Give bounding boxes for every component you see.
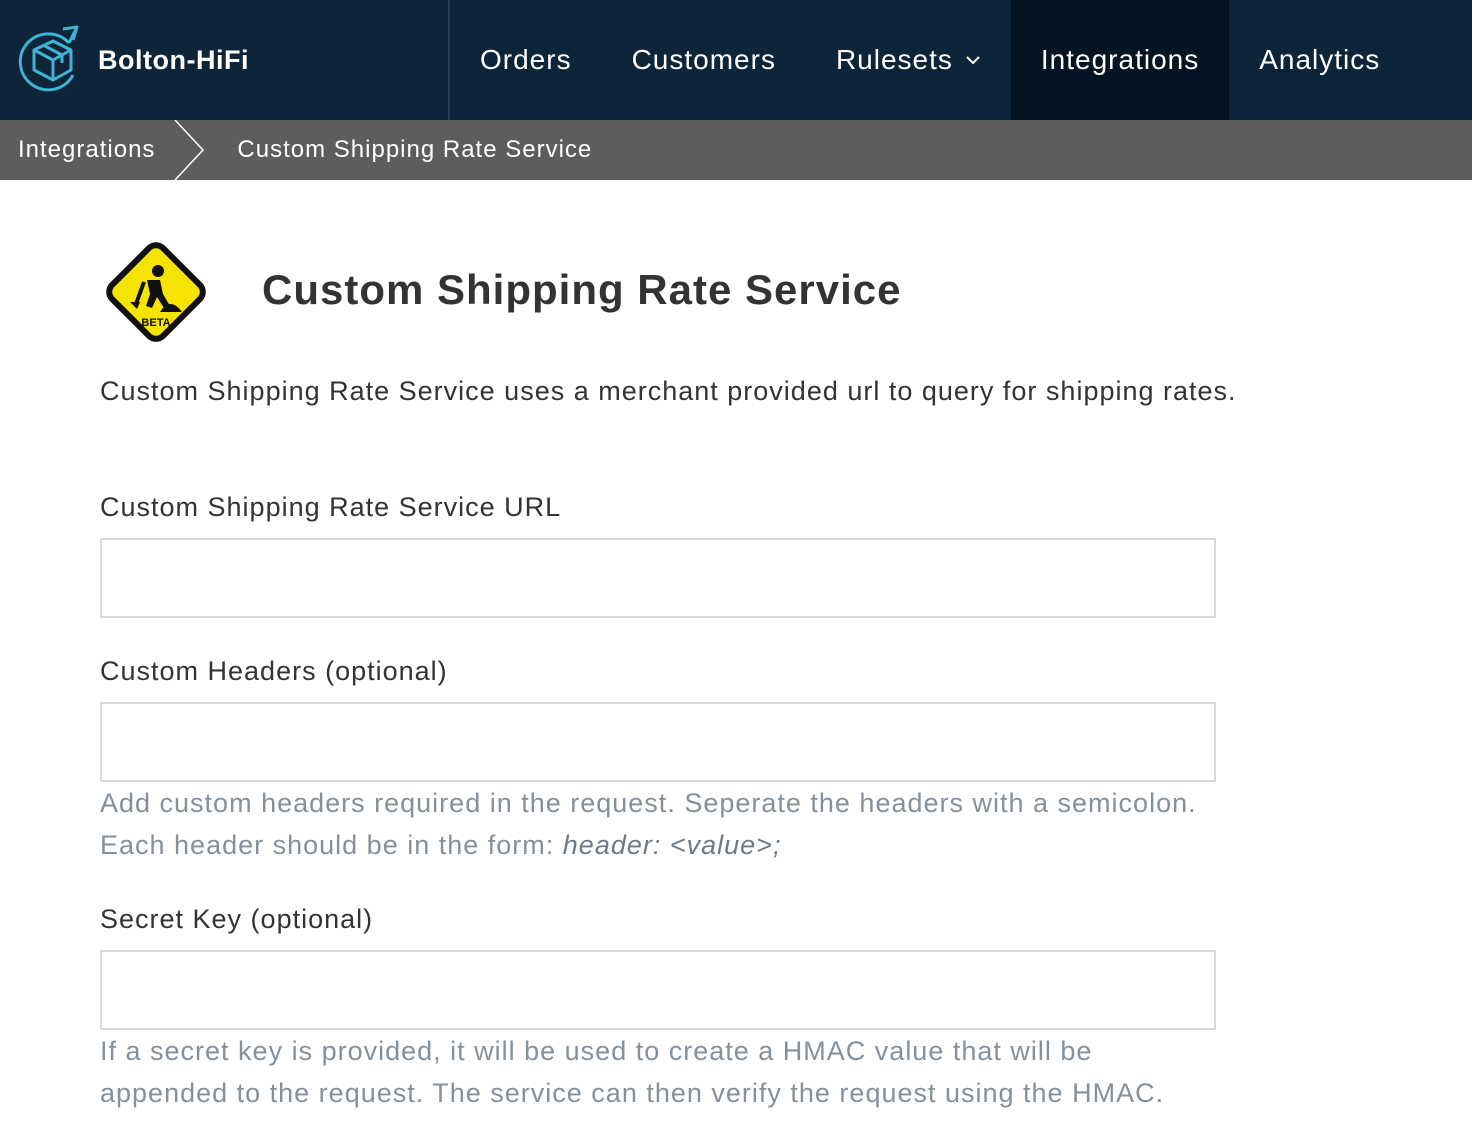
page-description: Custom Shipping Rate Service uses a merc… (100, 376, 1237, 406)
brand[interactable]: Bolton-HiFi (0, 0, 450, 120)
top-navigation: Bolton-HiFi Orders Customers Rulesets In… (0, 0, 1472, 120)
nav-item-label: Customers (631, 44, 776, 75)
chevron-down-icon (965, 54, 981, 66)
nav-item-rulesets[interactable]: Rulesets (806, 0, 1011, 120)
chevron-right-icon (173, 120, 207, 180)
secret-key-help-text: If a secret key is provided, it will be … (100, 1036, 1165, 1108)
nav-item-label: Orders (480, 44, 572, 75)
service-url-input[interactable] (100, 538, 1216, 618)
nav-item-label: Integrations (1040, 44, 1200, 75)
breadcrumb: Integrations Custom Shipping Rate Servic… (0, 120, 1472, 180)
breadcrumb-current: Custom Shipping Rate Service (237, 136, 593, 163)
headers-label: Custom Headers (optional) (100, 656, 448, 686)
url-label: Custom Shipping Rate Service URL (100, 492, 562, 522)
nav-item-analytics[interactable]: Analytics (1229, 0, 1410, 120)
box-logo-icon (17, 23, 81, 97)
nav-item-orders[interactable]: Orders (450, 0, 602, 120)
headers-help-text: Add custom headers required in the reque… (100, 782, 1200, 866)
headers-help-example: header: <value>; (562, 830, 782, 860)
nav-menu: Orders Customers Rulesets Integrations A… (450, 0, 1410, 120)
breadcrumb-integrations-link[interactable]: Integrations (0, 136, 155, 164)
secret-key-label: Secret Key (optional) (100, 904, 374, 934)
secret-key-input[interactable] (100, 950, 1216, 1030)
nav-item-label: Analytics (1259, 44, 1381, 75)
page-title: Custom Shipping Rate Service (262, 266, 902, 313)
nav-item-integrations[interactable]: Integrations (1010, 0, 1230, 120)
beta-label: BETA (141, 317, 170, 329)
page-header: BETA Custom Shipping Rate Service (100, 236, 900, 348)
custom-headers-input[interactable] (100, 702, 1216, 782)
brand-name: Bolton-HiFi (98, 44, 249, 75)
nav-item-label: Rulesets (835, 44, 953, 75)
under-construction-icon: BETA (100, 236, 212, 348)
nav-item-customers[interactable]: Customers (602, 0, 806, 120)
